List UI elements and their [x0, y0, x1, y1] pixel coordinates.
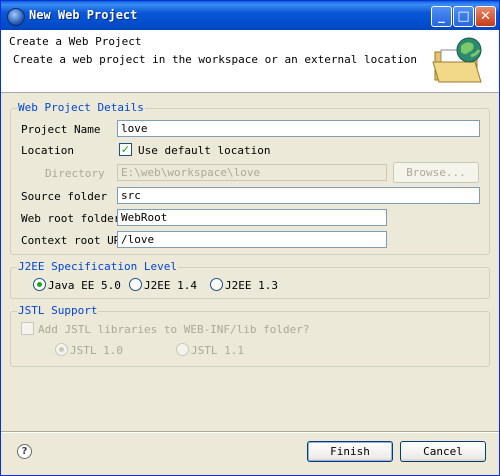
radio-j2ee-1-4[interactable] — [129, 278, 142, 291]
radio-java-ee-5-label: Java EE 5.0 — [48, 279, 121, 292]
radio-j2ee-1-3[interactable] — [210, 278, 223, 291]
jstl-support-group: JSTL Support — [10, 304, 490, 367]
add-jstl-checkbox[interactable] — [21, 322, 34, 335]
directory-input[interactable]: E:\web\workspace\love — [117, 164, 387, 181]
j2ee-specification-legend: J2EE Specification Level — [17, 260, 178, 273]
window-title: New Web Project — [29, 8, 138, 22]
finish-button-label: Finish — [330, 445, 370, 458]
web-project-icon — [432, 37, 482, 83]
radio-jstl-1-0-label: JSTL 1.0 — [70, 344, 123, 357]
directory-label: Directory — [45, 167, 105, 180]
source-folder-label: Source folder — [21, 190, 108, 203]
jstl-support-legend: JSTL Support — [17, 304, 99, 317]
source-folder-input[interactable]: src — [117, 187, 480, 204]
project-name-label: Project Name — [21, 123, 101, 136]
close-icon[interactable]: ✕ — [475, 6, 496, 27]
context-root-url-label: Context root URL — [21, 234, 127, 247]
context-root-url-input[interactable]: /love — [117, 231, 387, 248]
wizard-header: Create a Web Project Create a web projec… — [1, 30, 499, 93]
radio-j2ee-1-4-label: J2EE 1.4 — [144, 279, 197, 292]
use-default-location-label: Use default location — [138, 144, 271, 157]
location-label: Location — [21, 144, 74, 157]
header-title: Create a Web Project — [9, 35, 142, 48]
finish-button[interactable]: Finish — [307, 441, 393, 462]
footer-separator — [1, 431, 499, 433]
radio-j2ee-1-3-label: J2EE 1.3 — [225, 279, 278, 292]
project-name-input[interactable]: love — [117, 120, 480, 137]
radio-jstl-1-1-label: JSTL 1.1 — [191, 344, 244, 357]
help-icon[interactable]: ? — [17, 444, 32, 459]
web-root-folder-label: Web root folder — [21, 212, 121, 225]
maximize-icon[interactable]: □ — [453, 6, 474, 27]
title-bar[interactable]: New Web Project _ □ ✕ — [1, 1, 499, 30]
radio-jstl-1-1[interactable] — [176, 343, 189, 356]
add-jstl-label: Add JSTL libraries to WEB-INF/lib folder… — [38, 323, 310, 336]
new-web-project-dialog: New Web Project _ □ ✕ Create a Web Proje… — [0, 0, 500, 476]
header-description: Create a web project in the workspace or… — [13, 53, 417, 66]
cancel-button-label: Cancel — [423, 445, 463, 458]
app-icon — [7, 8, 25, 26]
web-root-folder-input[interactable]: WebRoot — [117, 209, 387, 226]
web-project-details-legend: Web Project Details — [17, 101, 145, 114]
browse-button[interactable]: Browse... — [393, 162, 479, 183]
radio-jstl-1-0[interactable] — [55, 343, 68, 356]
cancel-button[interactable]: Cancel — [400, 441, 486, 462]
minimize-icon[interactable]: _ — [431, 6, 452, 27]
use-default-location-checkbox[interactable]: ✓ — [119, 143, 132, 156]
radio-java-ee-5[interactable] — [33, 278, 46, 291]
